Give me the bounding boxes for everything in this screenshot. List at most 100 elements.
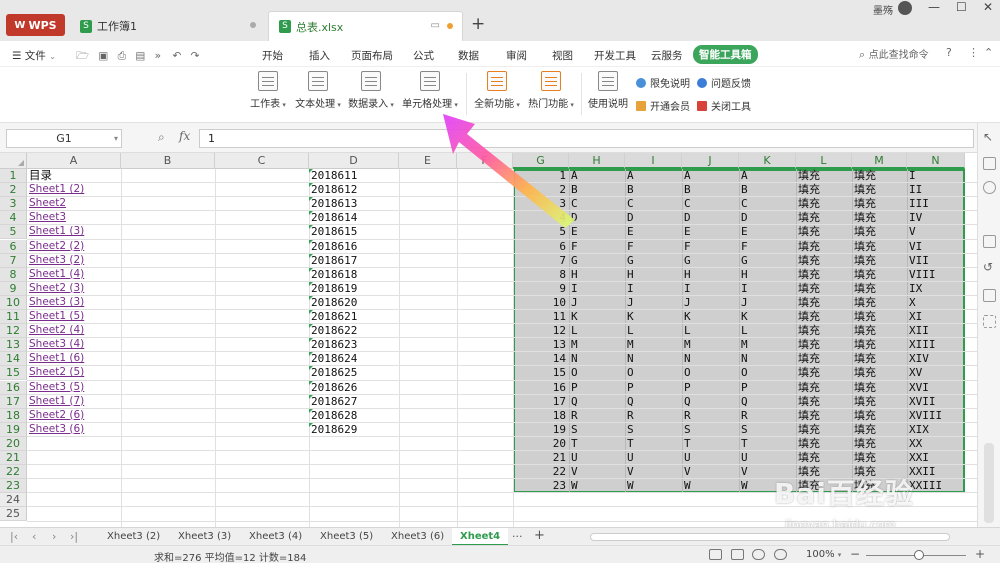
cell[interactable]: XV — [907, 366, 965, 380]
cell[interactable]: Sheet2 (5) — [27, 366, 121, 380]
cell[interactable]: K — [625, 310, 682, 324]
add-sheet-button[interactable]: + — [534, 528, 545, 543]
wps-home-tab[interactable]: W WPS — [6, 14, 65, 36]
history-icon[interactable]: ↺ — [983, 261, 996, 274]
popular-features-button[interactable]: 热门功能 ▾ — [527, 71, 575, 110]
cell[interactable]: 目录 — [27, 169, 121, 183]
print-preview-icon[interactable]: ▤ — [135, 50, 145, 62]
cursor-icon[interactable]: ↖ — [983, 131, 996, 144]
column-header[interactable]: E — [399, 153, 457, 169]
cell[interactable]: 填充 — [796, 395, 852, 409]
new-tab-button[interactable]: + — [471, 16, 485, 33]
cell[interactable]: VI — [907, 240, 965, 254]
sheet-tab[interactable]: Xheet3 (5) — [320, 531, 373, 542]
cell[interactable]: P — [682, 381, 739, 395]
page-layout-view-icon[interactable] — [731, 549, 744, 560]
cell[interactable]: W — [739, 479, 796, 493]
sheet-tab[interactable]: Xheet3 (4) — [249, 531, 302, 542]
instructions-button[interactable]: 限免说明 使用说明 — [588, 71, 628, 110]
cell[interactable]: A — [682, 169, 739, 183]
cell[interactable]: S — [625, 423, 682, 437]
cell[interactable]: C — [625, 197, 682, 211]
menu-page-layout[interactable]: 页面布局 — [351, 48, 393, 63]
cell[interactable]: 22 — [513, 465, 569, 479]
cell[interactable]: XIX — [907, 423, 965, 437]
cell[interactable]: G — [739, 254, 796, 268]
cell[interactable]: R — [682, 409, 739, 423]
cell[interactable]: O — [625, 366, 682, 380]
cell[interactable]: I — [739, 282, 796, 296]
cell[interactable]: E — [682, 225, 739, 239]
cell[interactable]: 2018614 — [309, 211, 399, 225]
cell[interactable]: 18 — [513, 409, 569, 423]
cell[interactable]: V — [569, 465, 625, 479]
cell[interactable]: 填充 — [796, 451, 852, 465]
cell[interactable]: XVII — [907, 395, 965, 409]
cell[interactable]: N — [739, 352, 796, 366]
cell[interactable]: 填充 — [852, 310, 907, 324]
cell[interactable]: K — [569, 310, 625, 324]
cell[interactable]: Q — [682, 395, 739, 409]
row-header[interactable]: 9 — [0, 281, 27, 296]
menu-review[interactable]: 审阅 — [506, 48, 527, 63]
cell[interactable]: 填充 — [852, 451, 907, 465]
cell[interactable]: V — [907, 225, 965, 239]
cell[interactable]: W — [682, 479, 739, 493]
cell[interactable]: 填充 — [852, 366, 907, 380]
cell[interactable]: H — [569, 268, 625, 282]
cell[interactable]: 填充 — [852, 479, 907, 493]
cell[interactable]: Sheet1 (2) — [27, 183, 121, 197]
cell[interactable]: XXII — [907, 465, 965, 479]
cell[interactable]: N — [682, 352, 739, 366]
cell[interactable]: Sheet2 (3) — [27, 282, 121, 296]
cell[interactable]: K — [682, 310, 739, 324]
cell[interactable]: 2 — [513, 183, 569, 197]
cell[interactable]: 1 — [513, 169, 569, 183]
cell[interactable]: D — [739, 211, 796, 225]
cell[interactable]: 填充 — [852, 211, 907, 225]
cell[interactable]: XVI — [907, 381, 965, 395]
row-header[interactable]: 10 — [0, 295, 27, 310]
row-header[interactable]: 4 — [0, 211, 27, 226]
property-icon[interactable] — [983, 235, 996, 248]
first-sheet-icon[interactable]: |‹ — [10, 530, 18, 543]
cell[interactable]: IX — [907, 282, 965, 296]
column-header[interactable]: J — [682, 153, 739, 169]
shapes-icon[interactable] — [983, 157, 996, 170]
cell[interactable]: 2018612 — [309, 183, 399, 197]
text-processing-button[interactable]: 文本处理 ▾ — [294, 71, 342, 110]
cell[interactable]: 填充 — [852, 409, 907, 423]
cell[interactable]: G — [569, 254, 625, 268]
cell[interactable]: D — [625, 211, 682, 225]
cell[interactable]: F — [739, 240, 796, 254]
cell[interactable]: XXIII — [907, 479, 965, 493]
cell[interactable]: XII — [907, 324, 965, 338]
row-header[interactable]: 22 — [0, 465, 27, 480]
cell[interactable]: S — [569, 423, 625, 437]
worksheet-button[interactable]: 工作表 ▾ — [248, 71, 288, 110]
cell[interactable]: Sheet3 (6) — [27, 423, 121, 437]
cell[interactable]: 填充 — [796, 296, 852, 310]
row-header[interactable]: 3 — [0, 197, 27, 212]
row-header[interactable]: 21 — [0, 451, 27, 465]
cell[interactable]: Q — [625, 395, 682, 409]
column-header[interactable]: I — [625, 153, 682, 169]
formula-input[interactable]: 1 — [199, 129, 974, 148]
cell[interactable]: E — [739, 225, 796, 239]
normal-view-icon[interactable] — [709, 549, 722, 560]
cell[interactable]: B — [682, 183, 739, 197]
cell[interactable]: D — [569, 211, 625, 225]
cell[interactable]: VII — [907, 254, 965, 268]
cell[interactable]: F — [569, 240, 625, 254]
cell[interactable]: 填充 — [852, 352, 907, 366]
close-tool-button[interactable]: 关闭工具 — [697, 98, 751, 113]
last-sheet-icon[interactable]: ›| — [70, 530, 78, 543]
column-header[interactable]: H — [569, 153, 625, 169]
cell[interactable]: L — [682, 324, 739, 338]
column-header[interactable]: K — [739, 153, 796, 169]
cell[interactable]: 8 — [513, 268, 569, 282]
select-all-corner[interactable] — [0, 153, 27, 169]
cell[interactable]: 填充 — [796, 310, 852, 324]
worksheet-grid[interactable]: A B C D E F G H I J K L M N 1 2 3 4 5 6 7 8 9 10 11 12 13 14 15 16 17 1… — [0, 153, 977, 527]
cell[interactable]: 11 — [513, 310, 569, 324]
